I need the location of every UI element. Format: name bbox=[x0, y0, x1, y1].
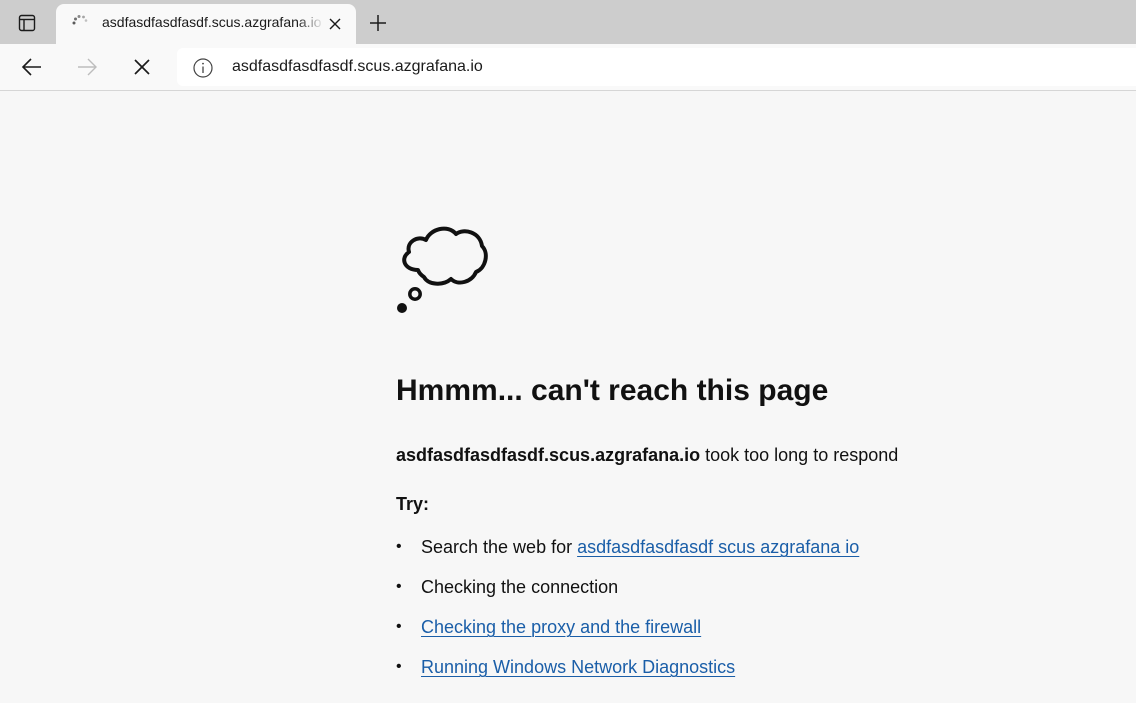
error-heading: Hmmm... can't reach this page bbox=[396, 374, 829, 407]
search-prefix: Search the web for bbox=[421, 537, 578, 557]
bullet: • bbox=[396, 618, 402, 635]
suggestion-connection: • Checking the connection bbox=[396, 575, 859, 615]
network-diagnostics-link[interactable]: Running Windows Network Diagnostics bbox=[421, 657, 735, 677]
address-bar[interactable]: asdfasdfasdfasdf.scus.azgrafana.io bbox=[177, 48, 1136, 86]
back-button[interactable] bbox=[14, 51, 50, 83]
connection-text: Checking the connection bbox=[421, 577, 619, 597]
arrow-left-icon bbox=[21, 58, 41, 76]
error-description: asdfasdfasdfasdf.scus.azgrafana.io took … bbox=[396, 445, 898, 466]
tab-close-button[interactable] bbox=[324, 13, 346, 35]
tab-actions-button[interactable] bbox=[10, 8, 44, 38]
navigation-toolbar: asdfasdfasdfasdf.scus.azgrafana.io bbox=[0, 44, 1136, 91]
thought-bubble-icon bbox=[397, 226, 488, 313]
suggestion-search: • Search the web for asdfasdfasdfasdf sc… bbox=[396, 535, 859, 575]
error-message: took too long to respond bbox=[700, 445, 899, 465]
bullet: • bbox=[396, 538, 402, 555]
loading-spinner-icon bbox=[72, 15, 88, 25]
forward-button[interactable] bbox=[69, 51, 105, 83]
suggestion-proxy: • Checking the proxy and the firewall bbox=[396, 615, 859, 655]
new-tab-button[interactable] bbox=[362, 8, 394, 38]
tab-actions-icon bbox=[18, 14, 36, 32]
bullet: • bbox=[396, 578, 402, 595]
plus-icon bbox=[370, 15, 386, 31]
close-icon bbox=[329, 18, 341, 30]
info-icon bbox=[193, 58, 213, 78]
proxy-firewall-link[interactable]: Checking the proxy and the firewall bbox=[421, 617, 701, 637]
active-tab[interactable]: asdfasdfasdfasdf.scus.azgrafana.io bbox=[56, 4, 356, 44]
close-icon bbox=[134, 59, 150, 75]
url-text[interactable]: asdfasdfasdfasdf.scus.azgrafana.io bbox=[232, 58, 483, 76]
stop-loading-button[interactable] bbox=[124, 51, 160, 83]
bullet: • bbox=[396, 658, 402, 675]
error-host: asdfasdfasdfasdf.scus.azgrafana.io bbox=[396, 445, 701, 465]
suggestion-diagnostics: • Running Windows Network Diagnostics bbox=[396, 655, 859, 695]
tab-title: asdfasdfasdfasdf.scus.azgrafana.io bbox=[102, 14, 322, 30]
search-web-link[interactable]: asdfasdfasdfasdf scus azgrafana io bbox=[577, 537, 859, 557]
suggestion-list: • Search the web for asdfasdfasdfasdf sc… bbox=[396, 535, 859, 695]
arrow-right-icon bbox=[78, 58, 97, 76]
tab-strip: asdfasdfasdfasdf.scus.azgrafana.io bbox=[0, 0, 1136, 44]
site-info-button[interactable] bbox=[192, 57, 214, 79]
try-label: Try: bbox=[396, 494, 430, 514]
